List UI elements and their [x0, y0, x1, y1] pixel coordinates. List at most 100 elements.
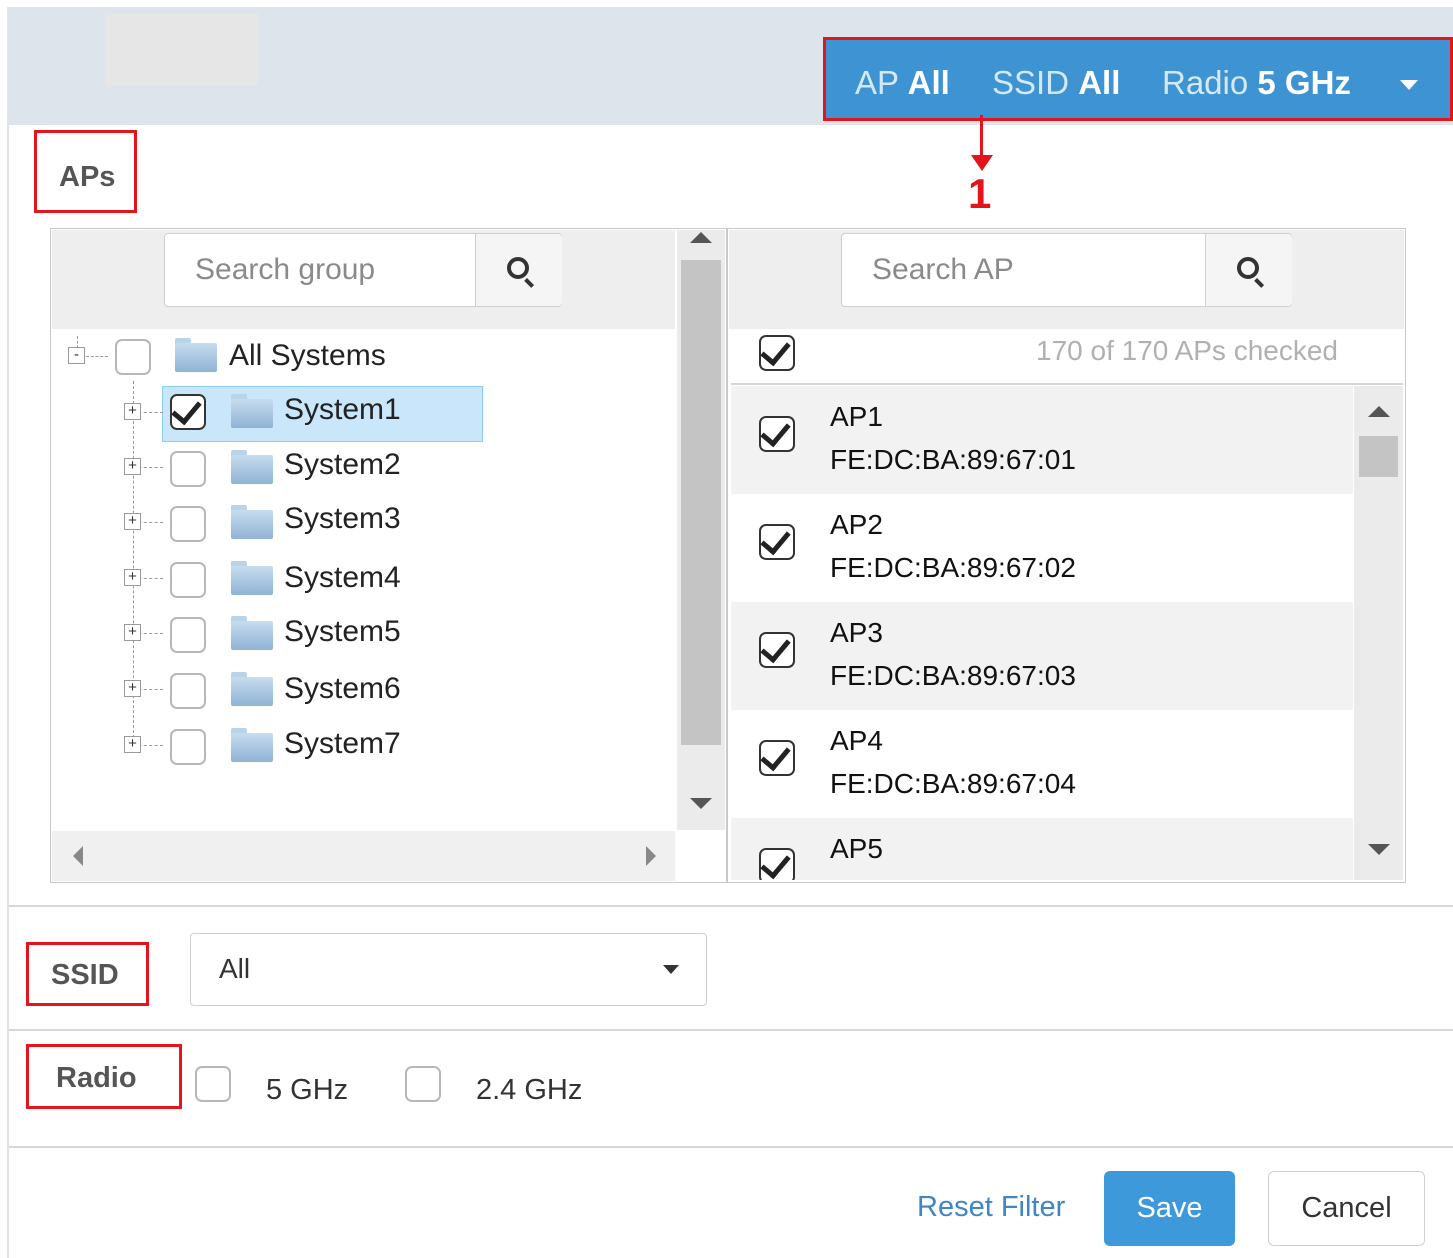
ap-checkbox[interactable] [759, 739, 795, 776]
ap-list-item[interactable]: AP5 [731, 818, 1353, 880]
tree-item-checkbox[interactable] [170, 562, 206, 598]
logo-placeholder [105, 13, 258, 85]
ssid-select[interactable]: All [190, 933, 707, 1006]
filter-ap-label: AP [855, 64, 899, 101]
expand-icon[interactable]: + [124, 569, 141, 586]
collapse-icon[interactable]: - [68, 347, 85, 364]
ap-name: AP5 [830, 833, 883, 864]
filter-ap: AP All [855, 64, 950, 102]
ssid-section-label: SSID [26, 942, 149, 1006]
filter-ssid: SSID All [992, 64, 1120, 102]
tree-horizontal-scrollbar[interactable] [52, 831, 675, 881]
expand-icon[interactable]: + [124, 624, 141, 641]
tree-item-label[interactable]: System3 [284, 502, 401, 536]
filter-ssid-value: All [1078, 64, 1121, 101]
tree-item-checkbox[interactable] [170, 673, 206, 709]
scroll-up-arrow-icon[interactable] [690, 232, 712, 243]
filter-radio-value: 5 GHz [1257, 64, 1351, 101]
save-button[interactable]: Save [1104, 1171, 1235, 1246]
radio-24ghz-checkbox[interactable] [405, 1066, 441, 1102]
ap-mac: FE:DC:BA:89:67:03 [830, 660, 1076, 691]
tree-item-checkbox[interactable] [170, 617, 206, 653]
filter-radio: Radio 5 GHz [1162, 64, 1351, 102]
select-all-aps-checkbox[interactable] [759, 334, 795, 371]
radio-5ghz-label[interactable]: 5 GHz [266, 1074, 348, 1107]
scroll-down-arrow-icon[interactable] [690, 798, 712, 809]
folder-icon [231, 561, 273, 595]
ap-list-item[interactable]: AP1 FE:DC:BA:89:67:01 [731, 386, 1353, 494]
tree-root-checkbox[interactable] [115, 339, 151, 375]
group-search-input[interactable] [165, 234, 475, 306]
tree-item-label[interactable]: System4 [284, 561, 401, 595]
filter-ap-value: All [907, 64, 950, 101]
ap-list-item[interactable]: AP4 FE:DC:BA:89:67:04 [731, 710, 1353, 818]
callout-arrow-head [971, 155, 993, 171]
expand-icon[interactable]: + [124, 403, 141, 420]
tree-item-label[interactable]: System7 [284, 727, 401, 761]
group-search-box [164, 233, 562, 307]
folder-icon [175, 338, 217, 372]
expand-icon[interactable]: + [124, 736, 141, 753]
radio-24ghz-label[interactable]: 2.4 GHz [476, 1074, 582, 1107]
filter-ssid-label: SSID [992, 64, 1070, 101]
cancel-button[interactable]: Cancel [1268, 1171, 1425, 1246]
filter-summary-bar[interactable]: AP All SSID All Radio 5 GHz [823, 37, 1453, 121]
scroll-thumb[interactable] [681, 260, 721, 745]
scroll-thumb[interactable] [1359, 436, 1398, 477]
folder-icon [231, 394, 273, 428]
ap-search-input[interactable] [842, 234, 1205, 306]
chevron-down-icon[interactable] [1400, 80, 1418, 90]
tree-item-checkbox[interactable] [170, 451, 206, 487]
tree-item-checkbox[interactable] [170, 393, 206, 430]
filter-radio-label: Radio [1162, 64, 1249, 101]
tree-root-label[interactable]: All Systems [229, 339, 386, 373]
expand-icon[interactable]: + [124, 680, 141, 697]
folder-icon [231, 616, 273, 650]
tree-item-label[interactable]: System5 [284, 615, 401, 649]
folder-icon [231, 450, 273, 484]
group-search-button[interactable] [475, 234, 562, 306]
scroll-down-arrow-icon[interactable] [1368, 844, 1390, 855]
divider [7, 1146, 1453, 1148]
ap-mac: FE:DC:BA:89:67:01 [830, 444, 1076, 475]
scroll-left-arrow-icon[interactable] [73, 846, 83, 866]
scroll-up-arrow-icon[interactable] [1368, 406, 1390, 417]
tree-item-label[interactable]: System1 [284, 393, 401, 427]
tree-item-label[interactable]: System2 [284, 448, 401, 482]
ap-name: AP2 [830, 509, 883, 540]
radio-section-label: Radio [26, 1044, 182, 1109]
ssid-select-value: All [219, 953, 251, 984]
ap-name: AP1 [830, 401, 883, 432]
search-icon [507, 257, 529, 279]
ap-checkbox[interactable] [759, 631, 795, 668]
ap-checkbox[interactable] [759, 415, 795, 452]
folder-icon [231, 672, 273, 706]
search-icon [1237, 257, 1259, 279]
ap-list-item[interactable]: AP2 FE:DC:BA:89:67:02 [731, 494, 1353, 602]
tree-item-checkbox[interactable] [170, 506, 206, 542]
radio-5ghz-checkbox[interactable] [195, 1066, 231, 1102]
checked-summary: 170 of 170 APs checked [1036, 335, 1338, 366]
expand-icon[interactable]: + [124, 458, 141, 475]
ap-checkbox[interactable] [759, 847, 795, 880]
left-border [7, 125, 9, 1258]
callout-number: 1 [968, 170, 992, 217]
ap-mac: FE:DC:BA:89:67:04 [830, 768, 1076, 799]
folder-icon [231, 505, 273, 539]
ap-name: AP4 [830, 725, 883, 756]
ap-search-button[interactable] [1205, 234, 1292, 306]
tree-item-checkbox[interactable] [170, 729, 206, 765]
divider [7, 905, 1453, 907]
ap-list-item[interactable]: AP3 FE:DC:BA:89:67:03 [731, 602, 1353, 710]
divider [7, 1029, 1453, 1031]
aps-section-label: APs [34, 130, 137, 213]
ap-checkbox[interactable] [759, 523, 795, 560]
ap-mac: FE:DC:BA:89:67:02 [830, 552, 1076, 583]
folder-icon [231, 728, 273, 762]
tree-item-label[interactable]: System6 [284, 672, 401, 706]
ap-name: AP3 [830, 617, 883, 648]
tree-connector [86, 356, 108, 357]
expand-icon[interactable]: + [124, 513, 141, 530]
reset-filter-link[interactable]: Reset Filter [917, 1191, 1065, 1224]
scroll-right-arrow-icon[interactable] [646, 846, 656, 866]
